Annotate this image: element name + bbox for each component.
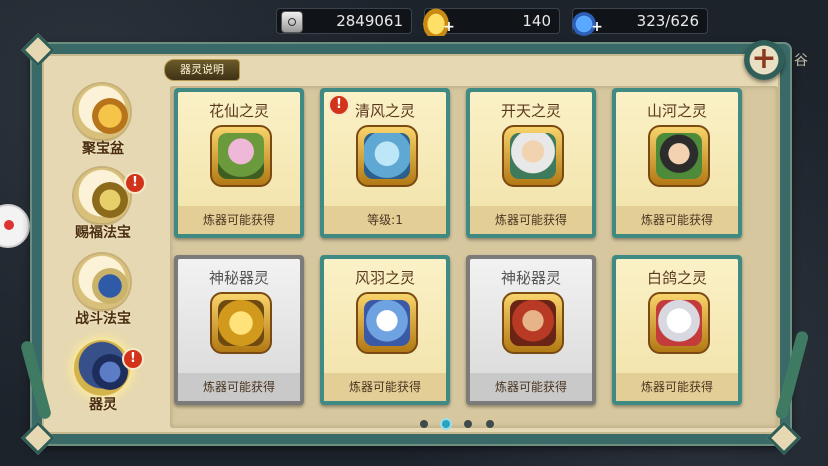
spirit-card-mystery-2[interactable]: 神秘器灵 炼器可能获得 [466, 255, 596, 405]
page-dot[interactable] [486, 420, 494, 428]
golden-dragon-icon [218, 300, 264, 346]
alert-icon: ! [328, 94, 350, 116]
avatar-dot-icon [4, 220, 14, 230]
flower-fairy-icon [218, 133, 264, 179]
card-title: 白鸽之灵 [646, 269, 707, 287]
energy-value: 323/626 [636, 12, 699, 30]
mountain-river-icon [656, 133, 702, 179]
tab-label: 赐福法宝 [75, 225, 131, 241]
tab-blessing-artifact[interactable]: 赐福法宝 ! [66, 164, 146, 248]
card-body: 白鸽之灵 炼器可能获得 [616, 259, 738, 401]
card-body: 开天之灵 炼器可能获得 [470, 92, 592, 234]
breeze-spirit-icon [364, 133, 410, 179]
warrior-spirit-icon [510, 300, 556, 346]
spirit-card-breeze[interactable]: 清风之灵 等级:1 ! [320, 88, 450, 238]
card-title: 花仙之灵 [208, 102, 269, 120]
portrait-frame [356, 292, 418, 354]
white-dove-mecha-icon [656, 300, 702, 346]
tab-icon-frame [74, 340, 130, 396]
card-footer: 炼器可能获得 [178, 373, 300, 401]
card-title: 风羽之灵 [354, 269, 415, 287]
portrait-frame [648, 125, 710, 187]
card-title: 神秘器灵 [500, 269, 561, 287]
card-title: 山河之灵 [646, 102, 707, 120]
spirit-card-mystery-1[interactable]: 神秘器灵 炼器可能获得 [174, 255, 304, 405]
gold-display[interactable]: + 140 [421, 6, 560, 36]
card-footer: 炼器可能获得 [470, 206, 592, 234]
portrait-frame [210, 292, 272, 354]
portrait-frame [648, 292, 710, 354]
sage-spirit-icon [510, 133, 556, 179]
card-footer: 等级:1 [324, 206, 446, 234]
card-footer: 炼器可能获得 [470, 373, 592, 401]
tab-label: 战斗法宝 [75, 311, 131, 327]
card-body: 神秘器灵 炼器可能获得 [178, 259, 300, 401]
close-button[interactable]: + [744, 40, 784, 80]
page-dot[interactable] [420, 420, 428, 428]
page-dot-active[interactable] [442, 420, 450, 428]
card-title: 开天之灵 [500, 102, 561, 120]
portrait-frame [356, 125, 418, 187]
alert-icon: ! [124, 172, 146, 194]
spirit-card-sage[interactable]: 开天之灵 炼器可能获得 [466, 88, 596, 238]
card-body: 风羽之灵 炼器可能获得 [324, 259, 446, 401]
tab-icon-frame [74, 254, 130, 310]
spirit-card-wind-feather[interactable]: 风羽之灵 炼器可能获得 [320, 255, 450, 405]
card-footer: 炼器可能获得 [616, 373, 738, 401]
portrait-frame [210, 125, 272, 187]
coins-value: 2849061 [336, 12, 403, 30]
tab-label: 聚宝盆 [82, 141, 124, 157]
tab-spirit[interactable]: 器灵 ! [66, 336, 146, 420]
tab-icon-frame [74, 168, 130, 224]
coins-display: 2849061 [276, 8, 412, 34]
card-body: 花仙之灵 炼器可能获得 [178, 92, 300, 234]
section-tag[interactable]: 器灵说明 [164, 59, 240, 81]
tab-label: 器灵 [89, 397, 117, 413]
alert-icon: ! [122, 348, 144, 370]
blessing-artifact-icon [92, 182, 128, 218]
portrait-frame [502, 125, 564, 187]
spirit-card-flower-fairy[interactable]: 花仙之灵 炼器可能获得 [174, 88, 304, 238]
card-title: 神秘器灵 [208, 269, 269, 287]
tab-icon-frame [74, 84, 130, 140]
add-energy-icon[interactable]: + [591, 20, 603, 34]
add-gold-icon[interactable]: + [443, 20, 455, 34]
card-footer: 炼器可能获得 [616, 206, 738, 234]
wind-feather-icon [364, 300, 410, 346]
tab-battle-artifact[interactable]: 战斗法宝 [66, 250, 146, 334]
side-text: 谷 [794, 53, 808, 69]
spirit-card-white-dove[interactable]: 白鸽之灵 炼器可能获得 [612, 255, 742, 405]
treasure-bowl-icon [92, 98, 128, 134]
coin-icon [281, 11, 303, 33]
tab-treasure-bowl[interactable]: 聚宝盆 [66, 80, 146, 164]
energy-display[interactable]: + 323/626 [569, 6, 708, 36]
card-body: 山河之灵 炼器可能获得 [616, 92, 738, 234]
card-footer: 炼器可能获得 [324, 373, 446, 401]
battle-artifact-icon [92, 268, 128, 304]
card-footer: 炼器可能获得 [178, 206, 300, 234]
card-body: 神秘器灵 炼器可能获得 [470, 259, 592, 401]
gold-value: 140 [522, 12, 551, 30]
portrait-frame [502, 292, 564, 354]
page-dot[interactable] [464, 420, 472, 428]
spirit-card-mountain-river[interactable]: 山河之灵 炼器可能获得 [612, 88, 742, 238]
